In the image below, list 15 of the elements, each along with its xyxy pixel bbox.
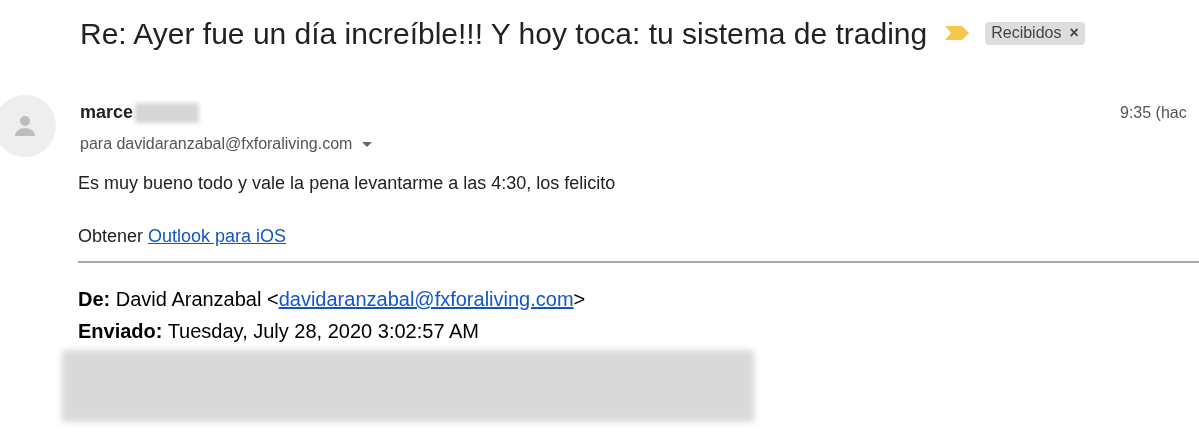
avatar-icon — [0, 95, 56, 157]
email-subject: Re: Ayer fue un día increíble!!! Y hoy toca: tu sistema de trading — [80, 15, 928, 52]
importance-marker-icon[interactable] — [945, 26, 970, 40]
signature-text: Obtener Outlook para iOS — [78, 225, 288, 247]
recipient-text: para davidaranzabal@fxforaliving.com — [80, 134, 353, 154]
label-text: Recibidos — [991, 23, 1062, 43]
quoted-header-line: De: David Aranzabal <davidaranzabal@fxforaliving.com> — [78, 287, 587, 312]
email-time: 9:35 (hac — [1120, 103, 1187, 123]
email-link[interactable]: davidaranzabal@fxforaliving.com — [278, 288, 574, 310]
remove-label-button[interactable]: × — [1069, 21, 1079, 45]
quoted-header-line: Enviado: Tuesday, July 28, 2020 3:02:57 AM — [78, 319, 480, 344]
sender-name: marce — [80, 101, 134, 124]
outlook-link[interactable]: Outlook para iOS — [148, 226, 287, 246]
message-text: Es muy bueno todo y vale la pena levantarme a las 4:30, los felicito — [78, 172, 617, 194]
caret-icon[interactable] — [362, 141, 373, 147]
